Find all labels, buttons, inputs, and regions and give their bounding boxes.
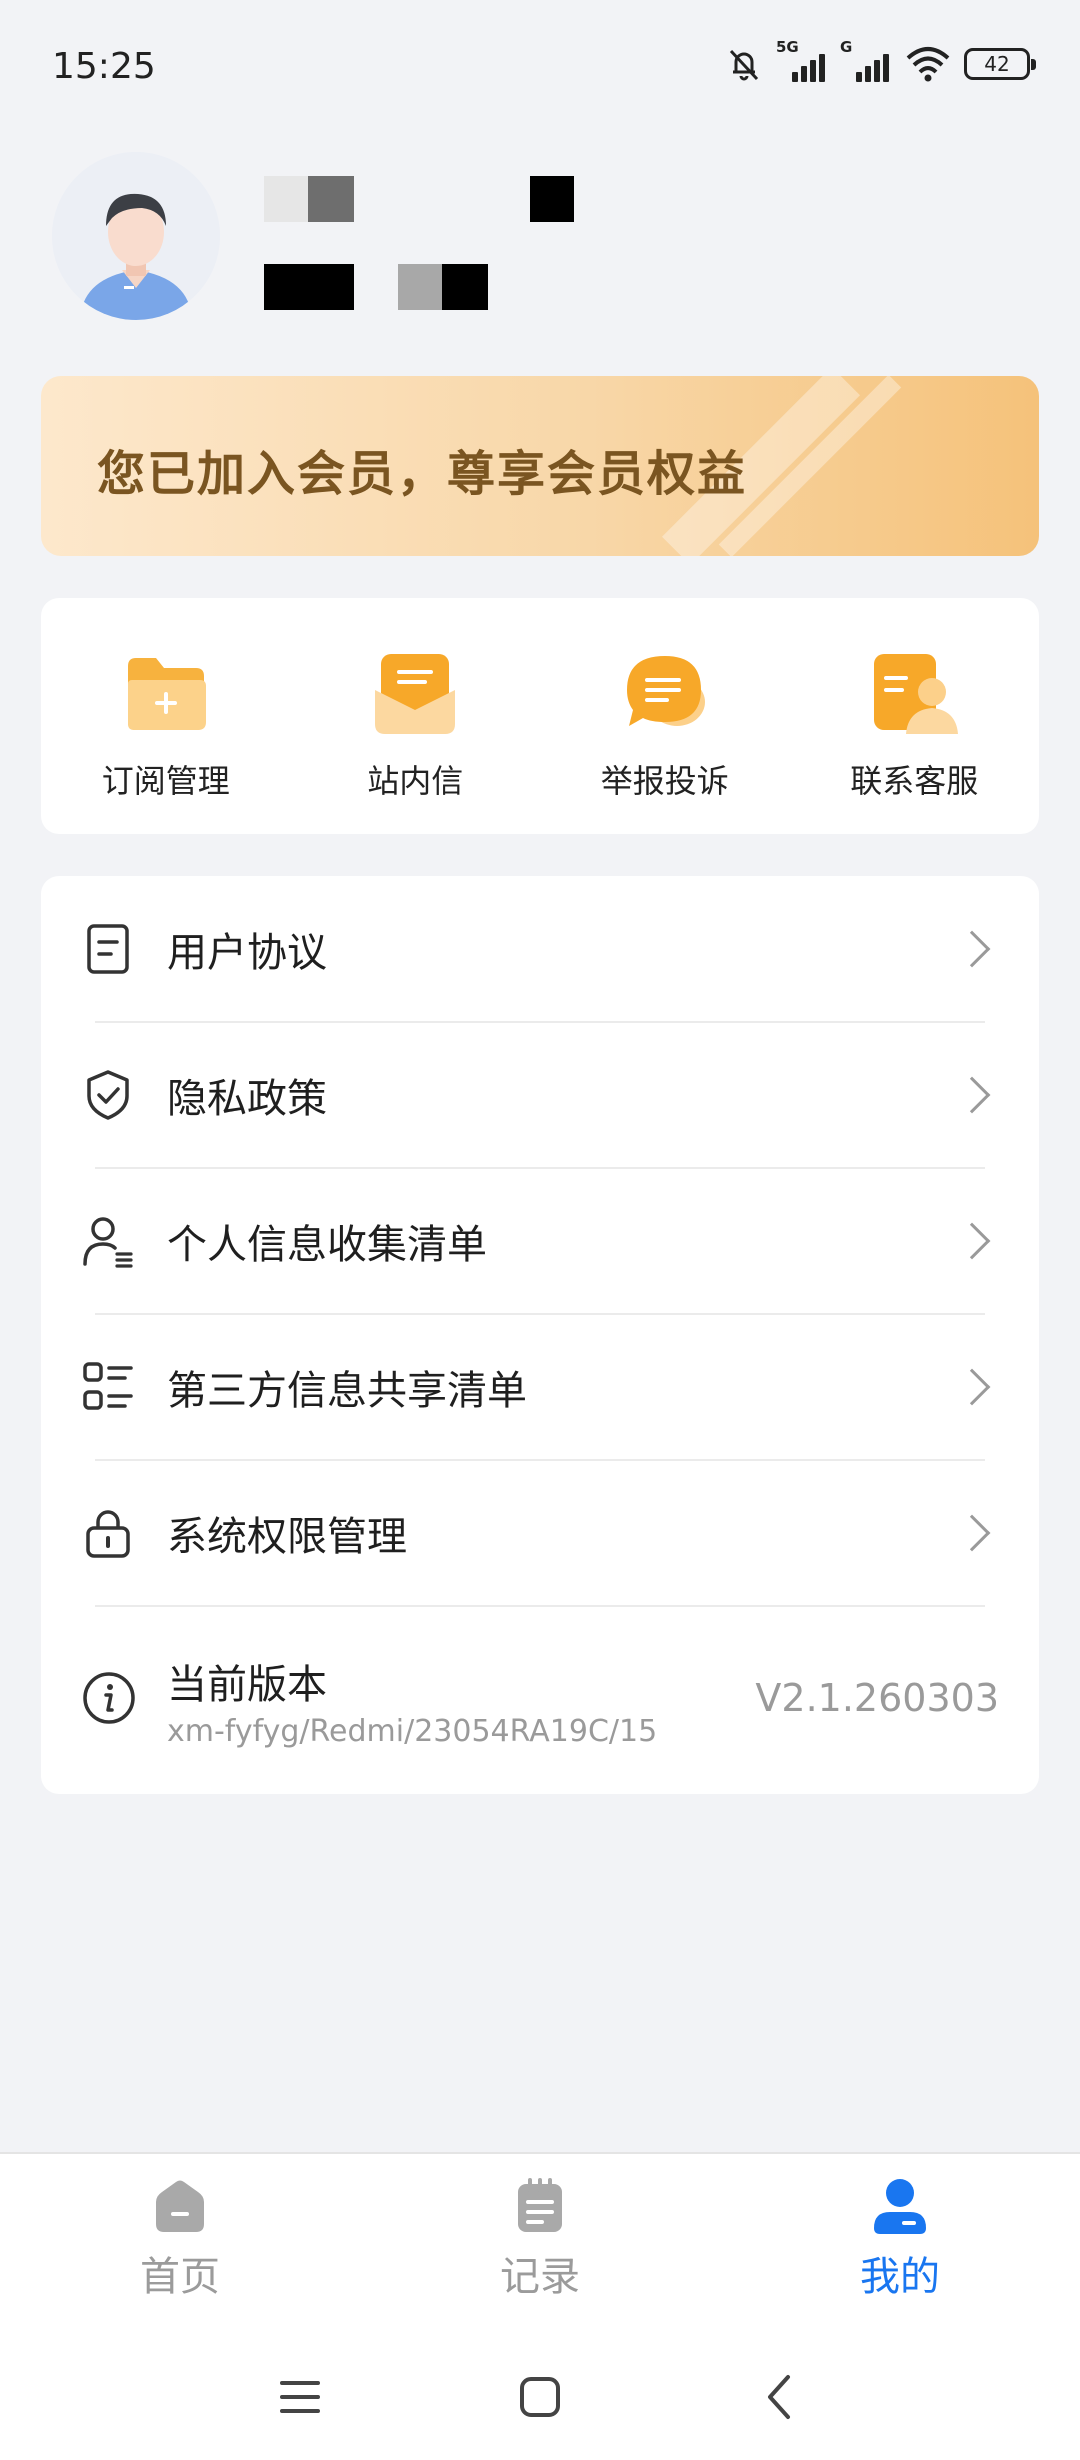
version-title: 当前版本 (167, 1662, 327, 1708)
quick-customer-service[interactable]: 联系客服 (790, 598, 1040, 834)
mail-icon (375, 654, 456, 734)
signal-g-icon: G (840, 38, 892, 84)
version-number: V2.1.260303 (755, 1676, 999, 1720)
home-icon (156, 2180, 204, 2232)
nav-tab-records[interactable]: 记录 (360, 2154, 720, 2332)
quick-report[interactable]: 举报投诉 (540, 598, 790, 834)
nav-label: 首页 (140, 2254, 220, 2300)
shield-check-icon (87, 1070, 129, 1120)
quick-label: 举报投诉 (600, 762, 729, 800)
redacted-username-end (530, 176, 574, 222)
battery-icon: 42 (964, 48, 1036, 80)
divider (95, 1605, 985, 1607)
menu-item-label: 系统权限管理 (167, 1514, 407, 1560)
version-device-info: xm-fyfyg/Redmi/23054RA19C/15 (167, 1714, 658, 1749)
status-time: 15:25 (52, 46, 156, 87)
signal-5g-icon: 5G (776, 38, 828, 84)
menu-item-system-permissions[interactable]: 系统权限管理 (41, 1460, 1039, 1606)
square-icon (520, 2377, 560, 2417)
redacted-username (264, 176, 354, 222)
clipboard-icon (518, 2178, 562, 2232)
chevron-right-icon (953, 1514, 991, 1552)
status-bar: 15:25 5G G 42 (0, 0, 1080, 130)
quick-label: 联系客服 (850, 762, 979, 800)
chevron-right-icon (953, 930, 991, 968)
redacted-phone (264, 264, 354, 310)
status-icons: 5G G 42 (724, 38, 1036, 84)
menu-item-third-party-sharing[interactable]: 第三方信息共享清单 (41, 1314, 1039, 1460)
bell-off-icon (729, 49, 759, 81)
nav-tab-home[interactable]: 首页 (0, 2154, 360, 2332)
contact-card-icon (874, 654, 959, 734)
quick-subscription-manage[interactable]: 订阅管理 (41, 598, 291, 834)
wifi-icon (906, 47, 950, 82)
menu-item-label: 用户协议 (167, 930, 327, 976)
menu-item-privacy-policy[interactable]: 隐私政策 (41, 1022, 1039, 1168)
chevron-right-icon (953, 1076, 991, 1114)
redacted-phone-end (398, 264, 488, 310)
menu-item-user-agreement[interactable]: 用户协议 (41, 876, 1039, 1022)
back-arrow-icon (768, 2375, 790, 2419)
chevron-right-icon (953, 1368, 991, 1406)
system-nav-bar (0, 2332, 1080, 2460)
chevron-right-icon (953, 1222, 991, 1260)
menu-item-personal-info-list[interactable]: 个人信息收集清单 (41, 1168, 1039, 1314)
menu-icon (280, 2381, 320, 2413)
info-icon (83, 1672, 135, 1724)
network-type-2: G (840, 38, 853, 56)
menu-item-label: 第三方信息共享清单 (167, 1368, 527, 1414)
nav-tab-mine[interactable]: 我的 (720, 2154, 1080, 2332)
avatar-icon (52, 152, 220, 320)
vip-banner[interactable]: 您已加入会员，尊享会员权益 (41, 376, 1039, 556)
user-list-icon (83, 1217, 133, 1268)
quick-actions-card: 订阅管理 站内信 举报投诉 联系客服 (41, 598, 1039, 834)
quick-inbox[interactable]: 站内信 (291, 598, 541, 834)
menu-item-label: 隐私政策 (167, 1076, 327, 1122)
avatar[interactable] (52, 152, 220, 320)
menu-item-label: 个人信息收集清单 (167, 1222, 487, 1268)
vip-banner-text: 您已加入会员，尊享会员权益 (97, 446, 748, 502)
back-button[interactable] (740, 2362, 820, 2432)
home-button[interactable] (500, 2362, 580, 2432)
settings-menu-card: 用户协议 隐私政策 个人信息收集清单 第三方信息共享清单 系统权限管理 当前版本… (41, 876, 1039, 1794)
quick-label: 站内信 (367, 762, 464, 800)
bottom-nav: 首页 记录 我的 (0, 2152, 1080, 2332)
quick-label: 订阅管理 (101, 762, 230, 800)
user-icon (874, 2179, 926, 2234)
profile-page: 15:25 5G G 42 您已加入会员，尊享会员权益 订阅管理 站内信 举报投… (0, 0, 1080, 2460)
nav-label: 我的 (860, 2254, 940, 2300)
nav-label: 记录 (500, 2254, 580, 2300)
lock-icon (86, 1510, 130, 1558)
grid-list-icon (83, 1362, 133, 1410)
recent-apps-button[interactable] (260, 2362, 340, 2432)
folder-add-icon (127, 658, 206, 730)
network-type-1: 5G (776, 38, 799, 56)
chat-bubble-icon (626, 656, 705, 726)
document-icon (87, 924, 129, 974)
